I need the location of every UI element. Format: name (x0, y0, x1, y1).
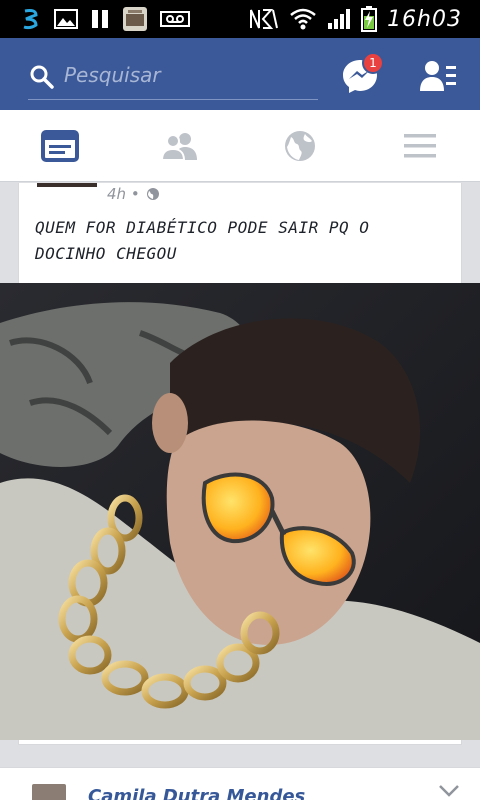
photo-illustration (0, 283, 480, 740)
nav-tabs (0, 110, 480, 182)
search-bar[interactable] (28, 60, 318, 100)
wifi-icon (289, 8, 317, 30)
post-timestamp[interactable]: 4h • (107, 185, 140, 203)
signal-icon (327, 8, 351, 30)
post-meta: 4h • (107, 185, 160, 203)
globe-icon (285, 131, 315, 161)
app-notification-icon (20, 7, 42, 31)
voicemail-icon (160, 11, 190, 27)
app-thumb-icon (122, 6, 148, 32)
chevron-down-icon[interactable] (438, 784, 460, 798)
hamburger-menu-icon (404, 134, 436, 158)
post-photo[interactable] (0, 283, 480, 740)
tab-friends[interactable] (120, 110, 240, 182)
image-icon (54, 9, 78, 29)
search-icon (30, 65, 54, 89)
next-post-card: Camila Dutra Mendes (0, 767, 480, 800)
avatar[interactable] (37, 183, 97, 187)
friends-icon (161, 133, 197, 161)
tab-feed[interactable] (0, 110, 120, 182)
post-text: QUEM FOR DIABÉTICO PODE SAIR PQ O DOCINH… (35, 218, 370, 263)
pause-icon (90, 9, 110, 29)
post-footer (18, 740, 462, 745)
tab-notifications[interactable] (240, 110, 360, 182)
clock: 16h03 (387, 6, 462, 32)
nfc-icon (249, 8, 279, 30)
battery-charging-icon (361, 6, 378, 32)
top-bar: 1 (0, 38, 480, 110)
news-feed-icon (41, 130, 79, 162)
friend-requests-icon[interactable] (418, 58, 458, 94)
search-input[interactable] (64, 60, 304, 90)
status-bar: 16h03 (0, 0, 480, 38)
messenger-badge: 1 (362, 52, 384, 74)
avatar[interactable] (32, 784, 66, 800)
post-author[interactable]: Camila Dutra Mendes (88, 786, 305, 800)
news-feed[interactable]: 4h • QUEM FOR DIABÉTICO PODE SAIR PQ O D… (0, 183, 480, 800)
tab-menu[interactable] (360, 110, 480, 182)
public-globe-icon (146, 188, 159, 200)
